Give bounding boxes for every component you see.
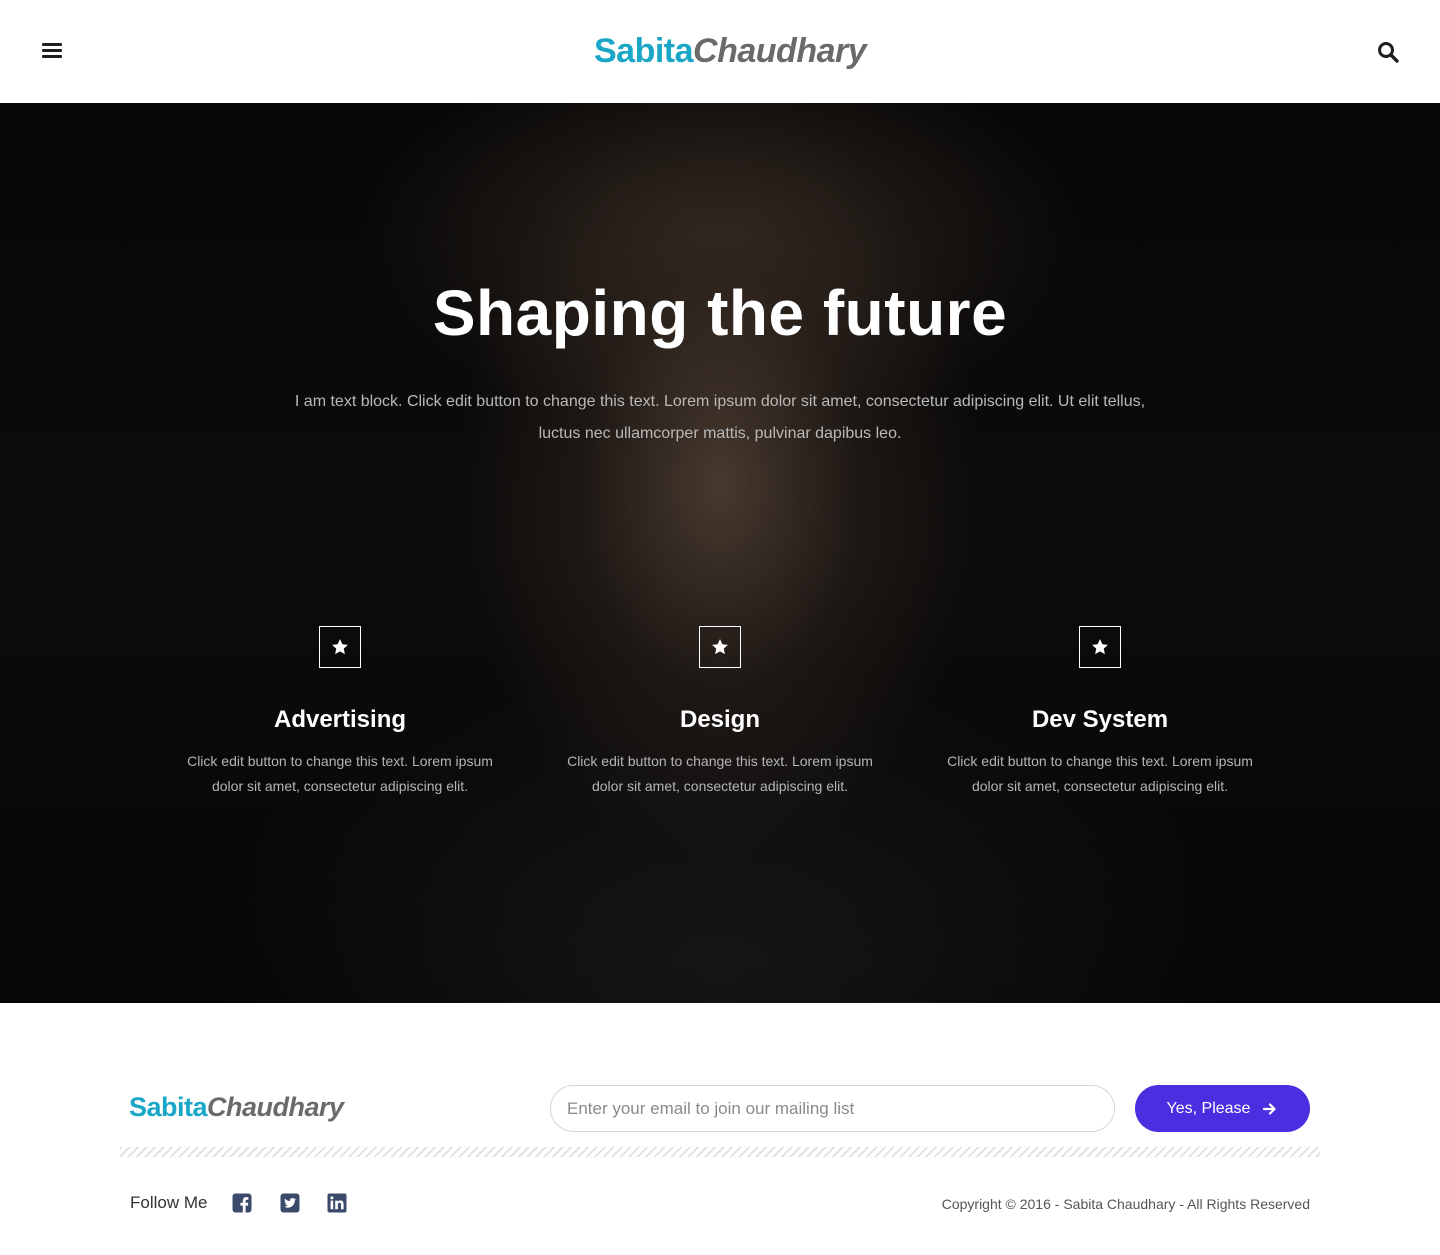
logo-first-name: Sabita xyxy=(594,32,694,70)
feature-title: Design xyxy=(679,706,760,733)
feature-title: Advertising xyxy=(273,706,407,733)
logo-first-name: Sabita xyxy=(129,1092,208,1122)
star-icon xyxy=(1079,626,1121,668)
feature-title: Dev System xyxy=(1031,706,1169,733)
copyright-text: Copyright © 2016 - Sabita Chaudhary - Al… xyxy=(941,1196,1310,1212)
footer-logo[interactable]: SabitaChaudhary xyxy=(129,1090,344,1124)
hamburger-menu-icon[interactable] xyxy=(40,40,64,64)
follow-label: Follow Me xyxy=(130,1193,208,1212)
facebook-icon[interactable] xyxy=(232,1193,252,1213)
subscribe-button-label: Yes, Please xyxy=(1166,1099,1251,1117)
search-icon[interactable] xyxy=(1376,40,1400,64)
feature-dev-system: Dev System Click edit button to change t… xyxy=(940,626,1260,799)
logo-last-name: Chaudhary xyxy=(207,1092,344,1122)
feature-design: Design Click edit button to change this … xyxy=(560,626,880,799)
site-header: SabitaChaudhary xyxy=(0,0,1440,103)
feature-text: Click edit button to change this text. L… xyxy=(567,753,873,794)
subscribe-button[interactable]: Yes, Please xyxy=(1135,1085,1310,1132)
hero-text: I am text block. Click edit button to ch… xyxy=(294,393,1146,442)
arrow-right-icon xyxy=(1262,1101,1278,1117)
linkedin-icon[interactable] xyxy=(327,1193,347,1213)
email-input[interactable] xyxy=(550,1085,1115,1132)
twitter-icon[interactable] xyxy=(280,1193,300,1213)
logo-last-name: Chaudhary xyxy=(693,32,867,70)
feature-text: Click edit button to change this text. L… xyxy=(947,753,1253,794)
star-icon xyxy=(319,626,361,668)
footer-divider xyxy=(120,1147,1320,1157)
hero-title: Shaping the future xyxy=(432,277,1008,349)
star-icon xyxy=(699,626,741,668)
feature-text: Click edit button to change this text. L… xyxy=(187,753,493,794)
site-logo[interactable]: SabitaChaudhary xyxy=(594,30,867,72)
hero-section: Shaping the future I am text block. Clic… xyxy=(0,103,1440,1003)
feature-advertising: Advertising Click edit button to change … xyxy=(180,626,500,799)
